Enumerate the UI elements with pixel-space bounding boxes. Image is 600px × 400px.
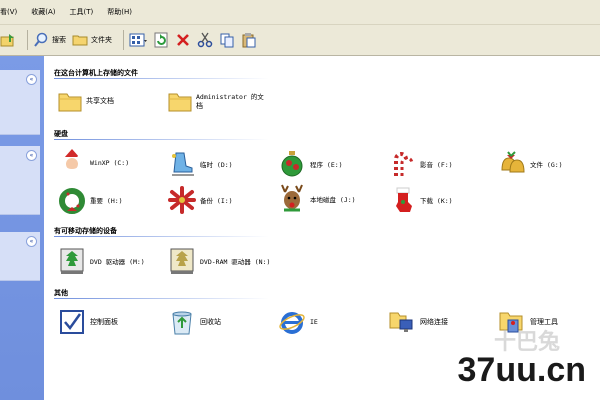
- drive-k-item[interactable]: 下载 (K:): [388, 186, 453, 214]
- collapse-chevron-icon[interactable]: «: [26, 150, 37, 161]
- up-folder-button[interactable]: [0, 32, 16, 48]
- network-connections-icon: [389, 312, 413, 332]
- dvd-m-item[interactable]: DVD 驱动器 (M:): [58, 246, 145, 276]
- control-panel-item[interactable]: 控制面板: [58, 308, 118, 336]
- item-label: 影音 (F:): [420, 161, 453, 169]
- drive-e-item[interactable]: 程序 (E:): [278, 150, 343, 178]
- section-divider: [54, 236, 269, 237]
- search-icon: [34, 32, 48, 47]
- views-icon: [129, 33, 147, 47]
- reindeer-icon: [281, 184, 303, 212]
- section-title-removable: 有可移动存储的设备: [54, 227, 117, 235]
- collapse-chevron-icon[interactable]: «: [26, 74, 37, 85]
- folders-label: 文件夹: [91, 36, 112, 44]
- folder-icon: [72, 35, 88, 46]
- item-label: 本地磁盘 (J:): [310, 196, 356, 204]
- views-button[interactable]: [129, 32, 147, 48]
- item-label: 备份 (I:): [200, 197, 233, 205]
- item-label: 回收站: [200, 318, 221, 326]
- item-label: DVD 驱动器 (M:): [90, 258, 145, 266]
- item-label-line1: Administrator 的文: [196, 93, 264, 101]
- recycle-bin-item[interactable]: 回收站: [168, 308, 221, 336]
- item-label-line2: 档: [196, 102, 203, 110]
- poinsettia-icon: [168, 186, 196, 214]
- item-label: 共享文档: [86, 97, 114, 105]
- stocking-icon: [396, 187, 412, 212]
- folders-button[interactable]: 文件夹: [72, 32, 112, 48]
- item-label: 文件 (G:): [530, 161, 563, 169]
- paste-icon: [242, 33, 256, 48]
- section-divider: [54, 78, 269, 79]
- internet-explorer-icon: [279, 312, 305, 334]
- section-divider: [54, 298, 269, 299]
- toolbar-separator: [123, 30, 124, 50]
- refresh-button[interactable]: [153, 32, 169, 48]
- drive-g-item[interactable]: 文件 (G:): [498, 150, 563, 178]
- control-panel-icon: [60, 310, 84, 334]
- drive-i-item[interactable]: 备份 (I:): [168, 186, 233, 214]
- ie-item[interactable]: IE: [278, 308, 318, 336]
- drive-d-item[interactable]: 临时 (D:): [168, 150, 233, 178]
- toolbar: 搜索 文件夹: [0, 25, 600, 56]
- item-label: DVD-RAM 驱动器 (N:): [200, 258, 271, 266]
- recycle-bin-icon: [172, 311, 192, 335]
- copy-icon: [220, 33, 234, 48]
- section-title-other: 其他: [54, 289, 68, 297]
- section-title-drives: 硬盘: [54, 130, 68, 138]
- section-divider: [54, 139, 269, 140]
- item-label: WinXP (C:): [90, 159, 130, 167]
- collapse-chevron-icon[interactable]: «: [26, 236, 37, 247]
- menu-view[interactable]: 看(V): [0, 7, 17, 17]
- drive-f-item[interactable]: 影音 (F:): [388, 150, 453, 178]
- item-label: 控制面板: [90, 318, 118, 326]
- item-label: 程序 (E:): [310, 161, 343, 169]
- up-folder-icon: [0, 34, 14, 47]
- task-panel: «: [0, 232, 40, 281]
- item-label: 下载 (K:): [420, 197, 453, 205]
- task-pane: « « «: [0, 56, 44, 400]
- menu-tools[interactable]: 工具(T): [70, 7, 94, 17]
- item-label: 网络连接: [420, 318, 448, 326]
- task-panel: «: [0, 70, 40, 135]
- scissors-icon: [197, 32, 213, 48]
- menu-favorites[interactable]: 收藏(A): [31, 7, 55, 17]
- drive-c-item[interactable]: WinXP (C:): [58, 148, 129, 178]
- shared-docs-item[interactable]: 共享文档: [58, 90, 114, 112]
- item-label: Administrator 的文 档: [196, 91, 264, 111]
- drive-h-item[interactable]: 重要 (H:): [58, 186, 123, 214]
- ornament-icon: [281, 151, 303, 177]
- paste-button[interactable]: [241, 32, 257, 48]
- item-label: IE: [310, 318, 318, 326]
- item-label: 重要 (H:): [90, 197, 123, 205]
- dvd-ram-drive-icon: [170, 248, 194, 274]
- menu-bar: 看(V) 收藏(A) 工具(T) 帮助(H): [0, 0, 600, 25]
- dvd-n-item[interactable]: DVD-RAM 驱动器 (N:): [168, 246, 270, 276]
- task-panel: «: [0, 146, 40, 215]
- copy-button[interactable]: [219, 32, 235, 48]
- dvd-drive-icon: [60, 248, 84, 274]
- watermark-logo: 37uu.cn: [457, 351, 586, 389]
- folder-icon: [58, 93, 82, 112]
- delete-icon: [177, 34, 189, 46]
- ice-skate-icon: [172, 152, 194, 176]
- folder-icon: [168, 93, 192, 112]
- bells-icon: [501, 151, 525, 173]
- search-button[interactable]: 搜索: [33, 32, 66, 48]
- drive-j-item[interactable]: 本地磁盘 (J:): [278, 184, 356, 214]
- refresh-icon: [154, 32, 168, 48]
- item-label: 临时 (D:): [200, 161, 233, 169]
- candy-cane-icon: [394, 152, 414, 176]
- admin-docs-item[interactable]: Administrator 的文 档: [168, 90, 264, 112]
- delete-button[interactable]: [175, 32, 191, 48]
- toolbar-separator: [27, 30, 28, 50]
- menu-help[interactable]: 帮助(H): [107, 7, 132, 17]
- section-title-stored: 在这台计算机上存储的文件: [54, 69, 138, 77]
- santa-icon: [63, 149, 83, 173]
- network-connections-item[interactable]: 网络连接: [388, 308, 448, 336]
- search-label: 搜索: [52, 36, 66, 44]
- cut-button[interactable]: [197, 32, 213, 48]
- wreath-icon: [59, 188, 85, 214]
